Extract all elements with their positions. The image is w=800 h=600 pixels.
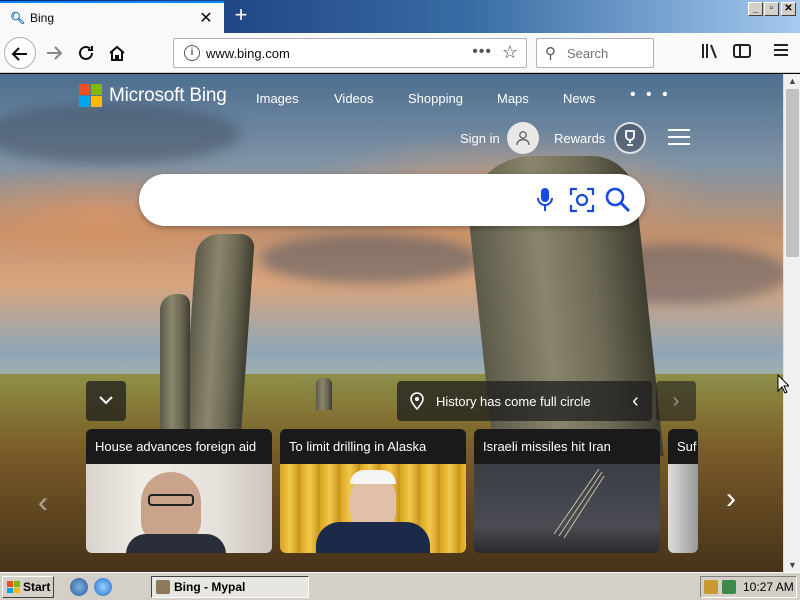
nav-videos[interactable]: Videos: [334, 91, 374, 106]
news-card-title[interactable]: House advances foreign aid: [86, 429, 272, 464]
info-icon[interactable]: i: [184, 45, 200, 61]
scroll-down-icon[interactable]: ▼: [788, 560, 797, 570]
brand-name: Microsoft Bing: [109, 84, 227, 106]
quicklaunch-ie-icon[interactable]: [94, 578, 112, 596]
maximize-button[interactable]: ▫: [764, 2, 779, 16]
tray-network-icon[interactable]: [722, 580, 736, 594]
search-icon: ⚲: [545, 45, 556, 62]
news-card-title[interactable]: Israeli missiles hit Iran: [474, 429, 660, 464]
page-scrollbar[interactable]: ▲ ▼: [783, 74, 800, 572]
news-card-image: [86, 464, 272, 553]
star-icon[interactable]: ☆: [502, 42, 518, 63]
background-cloud: [260, 234, 480, 284]
forward-icon: [47, 46, 63, 60]
tab-close-icon[interactable]: ✕: [198, 8, 214, 28]
nav-shopping[interactable]: Shopping: [408, 91, 463, 106]
news-card[interactable]: To limit drilling in Alaska: [280, 429, 466, 553]
news-card-image: [474, 464, 660, 553]
bing-logo[interactable]: Microsoft Bing: [79, 84, 227, 107]
library-icon[interactable]: [699, 43, 721, 64]
quicklaunch-browser-icon[interactable]: [70, 578, 88, 596]
chevron-down-icon: [99, 396, 113, 405]
rewards-link[interactable]: Rewards: [554, 131, 605, 146]
carousel-next-icon[interactable]: ›: [726, 482, 736, 516]
nav-images[interactable]: Images: [256, 91, 299, 106]
tab-bing[interactable]: 🔍︎ Bing ✕: [0, 1, 224, 33]
scroll-up-icon[interactable]: ▲: [788, 76, 797, 86]
bing-search-box[interactable]: [139, 174, 645, 226]
nav-more-button[interactable]: • • •: [630, 86, 671, 104]
navigation-toolbar: i www.bing.com ••• ☆ ⚲ Search: [0, 33, 800, 73]
nav-news[interactable]: News: [563, 91, 596, 106]
page-actions-button[interactable]: •••: [472, 43, 492, 61]
sign-in-link[interactable]: Sign in: [460, 131, 500, 146]
microsoft-logo-icon: [79, 84, 102, 107]
news-card[interactable]: Suf: [668, 429, 698, 553]
news-card-title[interactable]: To limit drilling in Alaska: [280, 429, 466, 464]
taskbar: Start Bing - Mypal 10:27 AM: [0, 572, 800, 600]
reload-icon: [79, 45, 93, 60]
collapse-feed-button[interactable]: [86, 381, 126, 421]
tab-strip: 🔍︎ Bing ✕ + _ ▫ ✕: [0, 0, 800, 33]
image-caption-text[interactable]: History has come full circle: [436, 394, 591, 409]
carousel-prev-icon[interactable]: ‹: [38, 486, 48, 520]
mic-icon[interactable]: [535, 186, 555, 214]
background-standing-stone: [316, 378, 332, 410]
bing-homepage: Microsoft Bing Images Videos Shopping Ma…: [0, 74, 783, 572]
scroll-thumb[interactable]: [786, 89, 799, 257]
news-card-image: [668, 464, 698, 553]
search-placeholder: Search: [567, 46, 609, 61]
user-icon[interactable]: [507, 122, 539, 154]
system-tray: 10:27 AM: [700, 576, 797, 598]
back-button[interactable]: [4, 37, 36, 69]
background-standing-stone: [160, 294, 190, 434]
search-icon[interactable]: [604, 186, 632, 214]
start-label: Start: [23, 580, 51, 594]
minimize-button[interactable]: _: [748, 2, 763, 16]
url-bar[interactable]: i www.bing.com ••• ☆: [173, 38, 527, 68]
browser-search-input[interactable]: ⚲ Search: [536, 38, 654, 68]
news-card-image: [280, 464, 466, 553]
settings-menu-button[interactable]: [668, 129, 690, 150]
visual-search-icon[interactable]: [569, 187, 595, 213]
news-card[interactable]: Israeli missiles hit Iran: [474, 429, 660, 553]
news-card-title[interactable]: Suf: [668, 429, 698, 464]
taskbar-item-mypal[interactable]: Bing - Mypal: [151, 576, 309, 598]
mypal-icon: [156, 580, 170, 594]
new-tab-button[interactable]: +: [228, 4, 254, 28]
background-cloud: [0, 104, 240, 164]
next-image-button[interactable]: ›: [656, 381, 696, 421]
back-icon: [11, 47, 27, 61]
menu-icon[interactable]: [770, 43, 792, 62]
nav-maps[interactable]: Maps: [497, 91, 529, 106]
trophy-icon[interactable]: [614, 122, 646, 154]
mouse-cursor-icon: [777, 374, 789, 394]
image-caption-bar[interactable]: History has come full circle ‹: [397, 381, 652, 421]
home-button[interactable]: [101, 37, 133, 69]
pin-icon: [410, 392, 424, 410]
forward-button[interactable]: [38, 37, 70, 69]
url-text[interactable]: www.bing.com: [206, 46, 290, 61]
close-window-button[interactable]: ✕: [781, 2, 796, 16]
clock[interactable]: 10:27 AM: [743, 580, 794, 594]
bing-favicon-icon: 🔍︎: [10, 11, 26, 25]
sidebar-icon[interactable]: [731, 43, 753, 64]
windows-flag-icon: [7, 581, 20, 593]
reload-button[interactable]: [70, 37, 102, 69]
tray-app-icon[interactable]: [704, 580, 718, 594]
news-card[interactable]: House advances foreign aid: [86, 429, 272, 553]
tab-title: Bing: [30, 11, 55, 25]
start-button[interactable]: Start: [2, 576, 54, 598]
taskbar-item-label: Bing - Mypal: [174, 580, 246, 594]
previous-image-button[interactable]: ‹: [619, 381, 652, 421]
home-icon: [109, 45, 125, 61]
